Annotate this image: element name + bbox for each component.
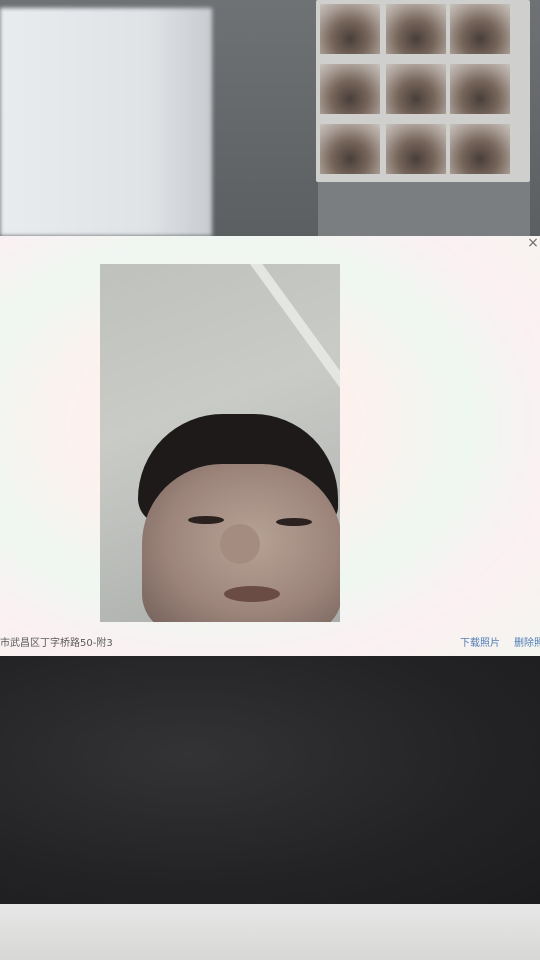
- background-thumbnail: [450, 4, 510, 54]
- background-panel: [318, 182, 530, 236]
- background-thumbnail: [320, 4, 380, 54]
- background-thumbnail: [386, 4, 446, 54]
- background-thumbnail: [320, 124, 380, 174]
- background-thumbnail: [386, 64, 446, 114]
- download-photo-link[interactable]: 下载照片: [460, 634, 500, 649]
- selfie-photo: [100, 264, 340, 622]
- background-thumbnail: [386, 124, 446, 174]
- delete-photo-link[interactable]: 删除照: [514, 634, 540, 649]
- background-thumbnail: [320, 64, 380, 114]
- photo-eye: [276, 518, 312, 526]
- close-icon[interactable]: ×: [526, 236, 540, 250]
- background-monitor-bottom: [0, 656, 540, 904]
- photo-nose: [220, 524, 260, 564]
- monitor-bezel: [0, 904, 540, 960]
- background-photo-grid: [316, 0, 530, 182]
- photo-eye: [188, 516, 224, 524]
- address-text: 市武昌区丁字桥路50-附3: [0, 638, 113, 649]
- background-thumbnail: [450, 124, 510, 174]
- photo-viewer-modal: × 市武昌区丁字桥路50-附3 下载照片 删除照: [0, 236, 540, 656]
- photo-mouth: [224, 586, 280, 602]
- background-thumbnail: [450, 64, 510, 114]
- screen-glare: [0, 8, 212, 236]
